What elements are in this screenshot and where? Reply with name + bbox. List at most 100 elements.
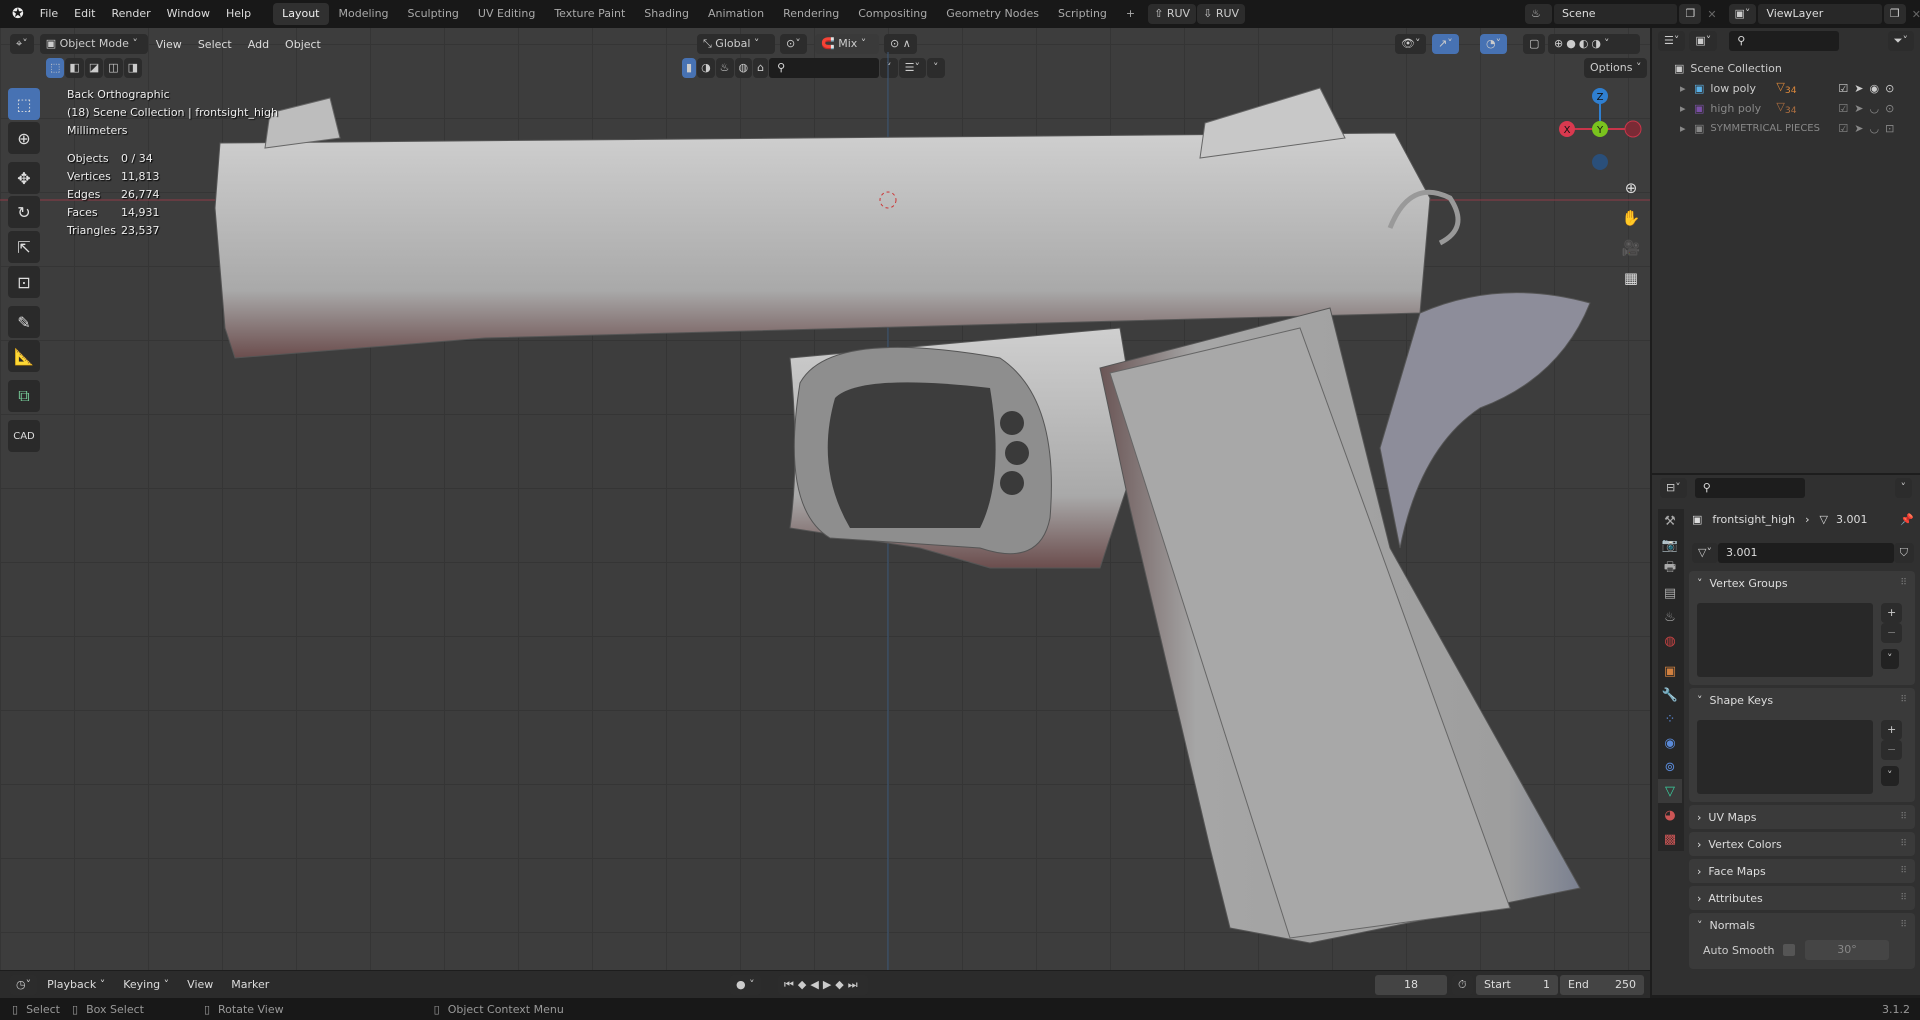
panel-header[interactable]: ˅ Shape Keys ⠿ [1689,688,1915,712]
expand-icon[interactable]: ▸ [1680,122,1694,135]
menu-marker[interactable]: Marker [223,978,277,991]
shape-key-specials-button[interactable]: ˅ [1881,766,1899,786]
auto-smooth-checkbox[interactable] [1783,944,1795,956]
tab-sculpting[interactable]: Sculpting [399,3,468,25]
auto-keying-toggle[interactable]: ● ˅ [730,975,761,995]
add-cube-tool[interactable]: ⧉ [8,380,40,412]
select-box-tool[interactable]: ⬚ [8,88,40,120]
current-frame-field[interactable]: 18 [1375,975,1447,995]
tab-animation[interactable]: Animation [699,3,773,25]
view-layer-icon[interactable]: ▣˅ [1728,4,1757,24]
vertex-groups-list[interactable] [1697,603,1873,677]
zoom-icon[interactable]: ⊕ [1618,173,1644,203]
ruv-download-button[interactable]: ⇩ RUV [1197,4,1246,24]
menu-render[interactable]: Render [103,0,158,28]
properties-options-icon[interactable]: ˅ [1894,478,1912,498]
filter-icon[interactable]: ⏷˅ [1887,31,1914,51]
annotate-tool[interactable]: ✎ [8,306,40,338]
add-shape-key-button[interactable]: + [1881,720,1903,740]
scene-name-field[interactable]: Scene [1554,4,1678,24]
tab-texture-paint[interactable]: Texture Paint [545,3,634,25]
copy-scene-icon[interactable]: ❐ [1679,4,1702,24]
panel-face-maps[interactable]: › Face Maps ⠿ [1689,859,1915,883]
menu-help[interactable]: Help [218,0,259,28]
scene-collection[interactable]: ▣ Scene Collection [1674,58,1920,78]
transform-tool[interactable]: ⊡ [8,266,40,298]
camera-view-icon[interactable]: 🎥 [1618,233,1644,263]
start-frame-field[interactable]: Start 1 [1476,975,1558,995]
remove-shape-key-button[interactable]: − [1881,740,1903,760]
cursor-tool[interactable]: ⊕ [8,122,40,154]
grid-toggle-icon[interactable]: ▦ [1618,263,1644,293]
visibility-toggles[interactable]: ☑➤◡⊡ [1838,122,1900,135]
panel-header[interactable]: ˅ Vertex Groups ⠿ [1689,571,1915,595]
menu-edit[interactable]: Edit [66,0,103,28]
timeline-editor-type-icon[interactable]: ◷˅ [10,974,38,995]
tab-modeling[interactable]: Modeling [330,3,398,25]
menu-playback[interactable]: Playback ˅ [39,978,113,991]
panel-header[interactable]: ˅ Normals ⠿ [1689,913,1915,937]
visibility-toggles[interactable]: ☑➤◉⊙ [1838,82,1900,95]
physics-tab-icon[interactable]: ◉ [1658,731,1682,755]
pan-hand-icon[interactable]: ✋ [1618,203,1644,233]
remove-vertex-group-button[interactable]: − [1881,623,1903,643]
cad-tool[interactable]: CAD [8,420,40,452]
material-tab-icon[interactable]: ◕ [1658,803,1682,827]
view-layer-tab-icon[interactable]: ▤ [1658,581,1682,605]
outliner-item-low-poly[interactable]: ▸ ▣ low poly ▽34 ☑➤◉⊙ [1674,78,1920,98]
gizmo-neg-x-axis[interactable] [1624,120,1642,138]
texture-tab-icon[interactable]: ▩ [1658,827,1682,851]
scene-tab-icon[interactable]: ♨ [1658,605,1682,629]
shape-keys-list[interactable] [1697,720,1873,794]
gizmo-neg-z-axis[interactable] [1592,154,1608,170]
world-tab-icon[interactable]: ◍ [1658,629,1682,653]
navigation-gizmo[interactable]: Z X Y [1555,84,1645,174]
measure-tool[interactable]: 📐 [8,340,40,372]
mesh-browse-icon[interactable]: ▽˅ [1692,543,1718,563]
outliner-item-high-poly[interactable]: ▸ ▣ high poly ▽34 ☑➤◡⊙ [1674,98,1920,118]
add-vertex-group-button[interactable]: + [1881,603,1903,623]
menu-file[interactable]: File [32,0,66,28]
menu-keying[interactable]: Keying ˅ [115,978,177,991]
outliner-item-symmetrical-pieces[interactable]: ▸ ▣ SYMMETRICAL PIECES ☑➤◡⊡ [1674,118,1920,138]
particles-tab-icon[interactable]: ⁘ [1658,707,1682,731]
preview-range-icon[interactable]: ⏱ [1452,975,1473,995]
ruv-upload-button[interactable]: ⇧ RUV [1148,4,1197,24]
mesh-data-tab-icon[interactable]: ▽ [1658,779,1682,803]
playback-controls[interactable]: ⏮◆◀▶◆⏭ [778,975,868,995]
rotate-tool[interactable]: ↻ [8,196,40,228]
properties-search-input[interactable]: ⚲ [1694,478,1805,498]
pin-icon[interactable]: 📌 [1900,513,1914,526]
auto-smooth-angle-field[interactable]: 30° [1805,940,1889,960]
move-tool[interactable]: ✥ [8,162,40,194]
close-view-layer-icon[interactable]: ✕ [1908,8,1920,21]
tab-geometry-nodes[interactable]: Geometry Nodes [937,3,1048,25]
scale-tool[interactable]: ⇱ [8,231,40,263]
constraints-tab-icon[interactable]: ⊚ [1658,755,1682,779]
add-workspace-button[interactable]: + [1117,3,1144,25]
vertex-group-specials-button[interactable]: ˅ [1881,649,1899,669]
render-tab-icon[interactable]: 📷 [1658,533,1682,557]
tab-shading[interactable]: Shading [635,3,698,25]
tab-compositing[interactable]: Compositing [849,3,936,25]
tab-uv-editing[interactable]: UV Editing [469,3,544,25]
panel-vertex-colors[interactable]: › Vertex Colors ⠿ [1689,832,1915,856]
copy-view-layer-icon[interactable]: ❐ [1883,4,1906,24]
outliner-editor-type-icon[interactable]: ☰˅ [1658,31,1686,51]
tab-layout[interactable]: Layout [273,3,329,25]
expand-icon[interactable]: ▸ [1680,82,1694,95]
output-tab-icon[interactable]: 🖶 [1658,557,1682,581]
menu-window[interactable]: Window [159,0,218,28]
view-layer-field[interactable]: ViewLayer [1758,4,1882,24]
properties-editor-type-icon[interactable]: ⊟˅ [1660,478,1687,498]
panel-uv-maps[interactable]: › UV Maps ⠿ [1689,805,1915,829]
close-scene-icon[interactable]: ✕ [1703,8,1720,21]
tool-tab-icon[interactable]: ⚒ [1658,509,1682,533]
3d-viewport[interactable]: ⌖˅ ▣ Object Mode ˅ View Select Add Objec… [0,28,1650,970]
menu-view[interactable]: View [179,978,221,991]
expand-icon[interactable]: ▸ [1680,102,1694,115]
outliner-search-input[interactable]: ⚲ [1729,31,1840,51]
object-tab-icon[interactable]: ▣ [1658,659,1682,683]
mesh-name-field[interactable]: 3.001 [1717,543,1894,563]
scene-selector-icon[interactable]: ♨˅ [1525,4,1553,40]
